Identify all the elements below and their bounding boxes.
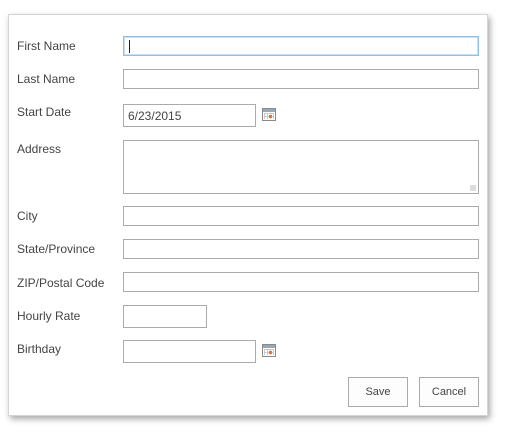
first-name-label: First Name — [17, 39, 76, 53]
calendar-icon[interactable] — [262, 344, 276, 357]
birthday-label: Birthday — [17, 342, 62, 356]
hourly-rate-input[interactable] — [123, 305, 207, 328]
start-date-input[interactable]: 6/23/2015 — [123, 104, 256, 127]
city-input[interactable] — [123, 206, 479, 226]
cancel-button[interactable]: Cancel — [419, 377, 479, 407]
zip-postal-code-input[interactable] — [123, 272, 479, 292]
state-province-input[interactable] — [123, 239, 479, 259]
form-dialog: First Name Last Name Start Date 6/23/201… — [8, 14, 488, 416]
last-name-label: Last Name — [17, 72, 76, 86]
last-name-input[interactable] — [123, 69, 479, 89]
first-name-input[interactable] — [123, 36, 479, 56]
state-province-label: State/Province — [17, 242, 96, 256]
start-date-label: Start Date — [17, 105, 72, 119]
address-textarea[interactable] — [123, 140, 479, 194]
city-label: City — [17, 209, 38, 223]
hourly-rate-label: Hourly Rate — [17, 309, 81, 323]
save-button[interactable]: Save — [348, 377, 408, 407]
zip-postal-code-label: ZIP/Postal Code — [17, 276, 105, 290]
calendar-icon[interactable] — [262, 108, 276, 121]
birthday-input[interactable] — [123, 340, 256, 363]
resize-grip-icon[interactable] — [470, 185, 476, 191]
address-label: Address — [17, 142, 62, 156]
